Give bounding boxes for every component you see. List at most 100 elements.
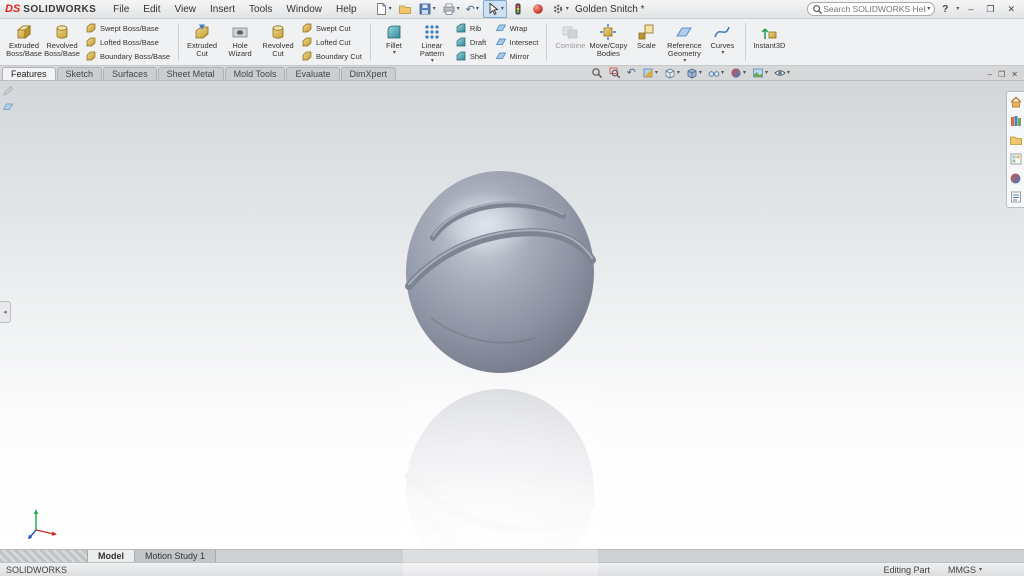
restore-button[interactable]: ❐: [982, 4, 998, 15]
display-style-icon: [686, 67, 698, 79]
solidworks-resources-button[interactable]: [1009, 95, 1023, 109]
draft-button[interactable]: Draft: [453, 36, 489, 49]
zoom-to-fit-button[interactable]: [590, 67, 604, 79]
hole-wizard-button[interactable]: Hole Wizard: [221, 20, 259, 64]
search-box[interactable]: ▾: [807, 2, 935, 16]
view-palette-button[interactable]: [1009, 152, 1023, 166]
options-button[interactable]: ▾: [549, 1, 571, 17]
search-input[interactable]: [823, 4, 926, 14]
view-settings-button[interactable]: ▾: [773, 67, 791, 79]
lofted-cut-button[interactable]: Lofted Cut: [299, 36, 364, 49]
undo-button[interactable]: ↶▾: [464, 2, 481, 17]
swept-cut-button[interactable]: Swept Cut: [299, 22, 364, 35]
file-explorer-button[interactable]: [1009, 133, 1023, 147]
shell-icon: [455, 50, 467, 62]
units-selector[interactable]: MMGS ▾: [948, 565, 982, 575]
model-tab[interactable]: Model: [88, 550, 135, 562]
graphics-viewport[interactable]: ◂: [0, 81, 1024, 549]
previous-view-button[interactable]: ↶: [626, 68, 637, 79]
open-document-button[interactable]: [396, 1, 414, 17]
mirror-button[interactable]: Mirror: [493, 50, 541, 63]
save-button[interactable]: ▾: [416, 1, 438, 17]
tab-sheet-metal[interactable]: Sheet Metal: [158, 67, 224, 80]
section-view-button[interactable]: ▾: [641, 67, 659, 79]
scale-button[interactable]: Scale: [627, 20, 665, 64]
menu-insert[interactable]: Insert: [203, 2, 242, 17]
edit-appearance-button[interactable]: ▾: [729, 67, 747, 79]
rebuild-button[interactable]: [509, 1, 527, 17]
minimize-button[interactable]: –: [964, 4, 977, 14]
button-label: Mirror: [510, 52, 530, 61]
sketch-icon[interactable]: [2, 85, 14, 97]
design-library-button[interactable]: [1009, 114, 1023, 128]
new-document-button[interactable]: ▾: [372, 1, 394, 17]
units-label: MMGS: [948, 565, 976, 575]
chevron-down-icon: ▾: [433, 6, 436, 12]
feature-small-stack-a: Rib Draft Shell: [451, 20, 491, 64]
doc-minimize-button[interactable]: –: [988, 70, 992, 79]
apply-scene-button[interactable]: ▾: [751, 67, 769, 79]
featuremanager-flyout-arrow[interactable]: ◂: [0, 301, 11, 323]
menu-window[interactable]: Window: [279, 2, 329, 17]
chevron-down-icon: ▾: [721, 70, 724, 76]
curves-button[interactable]: Curves ▾: [703, 20, 741, 64]
tab-surfaces[interactable]: Surfaces: [103, 67, 157, 80]
rib-button[interactable]: Rib: [453, 22, 489, 35]
intersect-button[interactable]: Intersect: [493, 36, 541, 49]
custom-properties-button[interactable]: [1009, 190, 1023, 204]
ribbon-group-bodies: Combine Move/Copy Bodies Scale Reference…: [549, 20, 743, 64]
revolved-boss-button[interactable]: Revolved Boss/Base: [43, 20, 81, 64]
view-orientation-button[interactable]: ▾: [663, 67, 681, 79]
menu-view[interactable]: View: [168, 2, 204, 17]
menu-tools[interactable]: Tools: [242, 2, 279, 17]
extruded-boss-button[interactable]: Extruded Boss/Base: [5, 20, 43, 64]
swept-boss-button[interactable]: Swept Boss/Base: [83, 22, 172, 35]
hide-show-items-button[interactable]: ▾: [707, 67, 725, 79]
extruded-cut-button[interactable]: Extruded Cut: [183, 20, 221, 64]
display-style-button[interactable]: ▾: [685, 67, 703, 79]
instant3d-button[interactable]: Instant3D: [750, 20, 788, 64]
appearances-scenes-button[interactable]: [1009, 171, 1023, 185]
close-button[interactable]: ✕: [1003, 4, 1019, 15]
menu-help[interactable]: Help: [329, 2, 364, 17]
button-label: Fillet: [386, 42, 402, 50]
sketch-plane-icon[interactable]: [2, 101, 14, 113]
wrap-button[interactable]: Wrap: [493, 22, 541, 35]
home-icon: [1009, 95, 1023, 109]
motion-study-tab[interactable]: Motion Study 1: [135, 550, 216, 562]
shell-button[interactable]: Shell: [453, 50, 489, 63]
linear-pattern-button[interactable]: Linear Pattern ▾: [413, 20, 451, 64]
boundary-cut-button[interactable]: Boundary Cut: [299, 50, 364, 63]
ribbon-divider: [745, 23, 746, 61]
select-tool-button[interactable]: ▾: [483, 0, 507, 18]
tab-evaluate[interactable]: Evaluate: [286, 67, 339, 80]
tab-dimxpert[interactable]: DimXpert: [341, 67, 397, 80]
tab-features[interactable]: Features: [2, 67, 56, 80]
splitter-hatch[interactable]: [0, 550, 88, 562]
reference-geometry-icon: [675, 23, 693, 41]
golden-snitch-model[interactable]: [403, 166, 598, 378]
lofted-boss-button[interactable]: Lofted Boss/Base: [83, 36, 172, 49]
fillet-button[interactable]: Fillet ▾: [375, 20, 413, 64]
print-button[interactable]: ▾: [440, 1, 462, 17]
button-label: Draft: [470, 38, 486, 47]
boundary-boss-button[interactable]: Boundary Boss/Base: [83, 50, 172, 63]
doc-restore-button[interactable]: ❐: [998, 70, 1005, 79]
status-app-label: SOLIDWORKS: [6, 565, 67, 575]
menu-edit[interactable]: Edit: [136, 2, 167, 17]
reference-geometry-button[interactable]: Reference Geometry ▾: [665, 20, 703, 64]
move-copy-bodies-button[interactable]: Move/Copy Bodies: [589, 20, 627, 64]
chevron-down-icon: ▾: [389, 6, 392, 12]
edit-appearance-quick-button[interactable]: [529, 1, 547, 17]
tab-mold-tools[interactable]: Mold Tools: [225, 67, 286, 80]
revolved-cut-button[interactable]: Revolved Cut: [259, 20, 297, 64]
chevron-down-icon: ▾: [956, 6, 959, 12]
task-pane: [1006, 91, 1024, 208]
help-button[interactable]: ?: [940, 4, 950, 15]
tab-sketch[interactable]: Sketch: [57, 67, 103, 80]
menu-file[interactable]: File: [106, 2, 136, 17]
doc-close-button[interactable]: ✕: [1011, 70, 1018, 79]
zoom-to-area-button[interactable]: [608, 67, 622, 79]
button-label: Combine: [555, 42, 585, 50]
fillet-icon: [385, 23, 403, 41]
